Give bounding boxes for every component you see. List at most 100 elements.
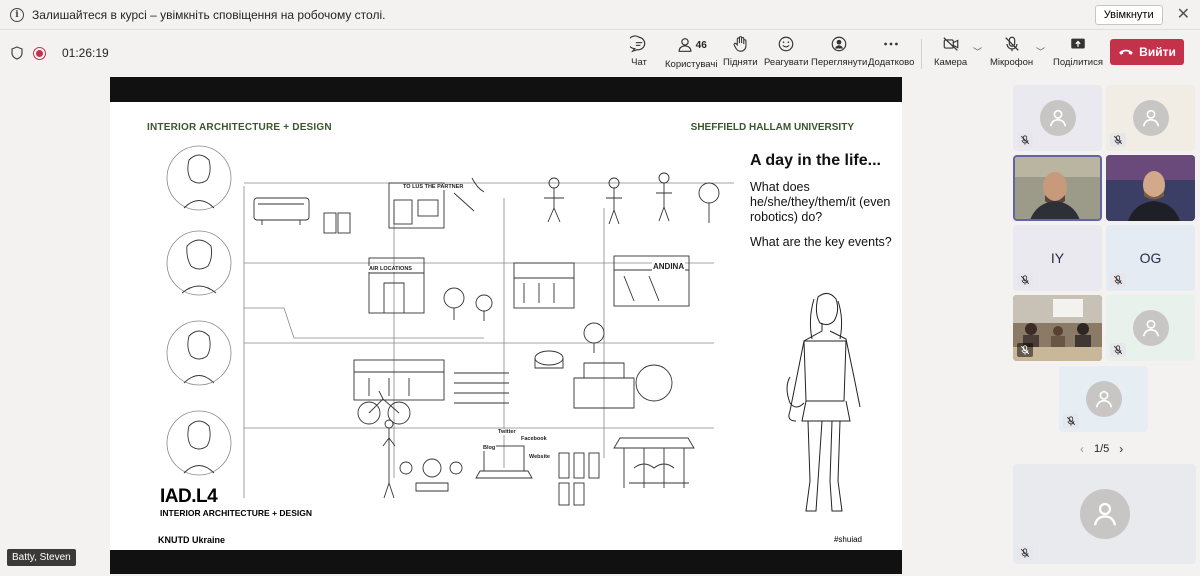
slide-question-1: What does he/she/they/them/it (even robo… bbox=[750, 180, 891, 224]
view-icon bbox=[831, 36, 847, 52]
more-button[interactable]: Додатково bbox=[868, 35, 914, 68]
raise-hand-button[interactable]: Підняти bbox=[723, 35, 758, 68]
leave-label: Вийти bbox=[1139, 45, 1176, 59]
sketch-label-website: Website bbox=[528, 454, 551, 460]
people-button[interactable]: 46 Користувачі bbox=[665, 35, 717, 70]
recording-icon bbox=[33, 46, 46, 60]
person-icon bbox=[1095, 390, 1112, 408]
pager-next-button[interactable]: › bbox=[1119, 442, 1123, 456]
slide-footer-right: #shuiad bbox=[833, 535, 862, 544]
presenter-name-badge: Batty, Steven bbox=[7, 549, 76, 566]
people-icon bbox=[678, 38, 692, 52]
phone-hangup-icon bbox=[1119, 49, 1133, 55]
chat-label: Чат bbox=[631, 57, 647, 68]
sketch-label-locations: AIR LOCATIONS bbox=[368, 266, 413, 272]
participant-pager: ‹ 1/5 › bbox=[1080, 442, 1123, 456]
notification-text: Залишайтеся в курсі – увімкніть сповіщен… bbox=[32, 7, 386, 22]
camera-label: Камера bbox=[934, 57, 968, 68]
camera-options-chevron-icon[interactable]: ﹀ bbox=[973, 45, 982, 58]
mic-button[interactable]: Мікрофон bbox=[990, 35, 1033, 68]
person-icon bbox=[1049, 109, 1066, 127]
presentation-slide: INTERIOR ARCHITECTURE + DESIGN SHEFFIELD… bbox=[110, 102, 902, 550]
enable-notifications-button[interactable]: Увімкнути bbox=[1094, 4, 1163, 25]
people-count: 46 bbox=[695, 39, 707, 51]
participant-initials: OG bbox=[1139, 250, 1162, 266]
mic-muted-icon bbox=[1110, 343, 1126, 357]
raise-hand-icon bbox=[733, 36, 747, 52]
camera-off-icon bbox=[942, 37, 958, 51]
react-label: Реагувати bbox=[764, 57, 809, 68]
participant-tile[interactable]: IY bbox=[1013, 225, 1102, 291]
participant-initials: IY bbox=[1050, 250, 1065, 266]
participant-video-tile[interactable] bbox=[1013, 155, 1102, 221]
video-feed-man bbox=[1015, 157, 1100, 219]
participant-tile[interactable] bbox=[1059, 366, 1148, 432]
shield-icon bbox=[11, 46, 23, 60]
avatar bbox=[1039, 100, 1076, 136]
mic-muted-icon bbox=[1017, 343, 1033, 357]
avatar bbox=[1079, 489, 1130, 539]
view-label: Переглянути bbox=[811, 57, 868, 68]
sketch-label-andina: ANDINA bbox=[652, 262, 686, 271]
shared-content-stage: INTERIOR ARCHITECTURE + DESIGN SHEFFIELD… bbox=[110, 77, 902, 574]
sketch-label-facebook: Facebook bbox=[520, 436, 548, 442]
mic-muted-icon bbox=[1063, 414, 1079, 428]
participant-tile[interactable] bbox=[1106, 295, 1195, 361]
avatar bbox=[1085, 381, 1122, 417]
mic-label: Мікрофон bbox=[990, 57, 1034, 68]
smiley-icon bbox=[778, 36, 794, 52]
share-button[interactable]: Поділитися bbox=[1053, 35, 1103, 68]
meeting-toolbar: 01:26:19 Чат 46 Користувачі Підняти Реаг… bbox=[0, 31, 1200, 75]
info-icon: i bbox=[10, 7, 24, 22]
avatar bbox=[1132, 100, 1169, 136]
sketch-label-blog: Blog bbox=[482, 445, 497, 451]
participant-tile[interactable]: OG bbox=[1106, 225, 1195, 291]
leave-button[interactable]: Вийти bbox=[1110, 39, 1184, 65]
pager-indicator: 1/5 bbox=[1094, 443, 1110, 455]
participant-tile[interactable] bbox=[1106, 85, 1195, 151]
meeting-timer: 01:26:19 bbox=[62, 46, 109, 60]
mic-muted-icon bbox=[1017, 546, 1033, 560]
react-button[interactable]: Реагувати bbox=[764, 35, 808, 68]
slide-title: A day in the life... bbox=[750, 152, 881, 169]
share-label: Поділитися bbox=[1053, 57, 1103, 68]
chat-icon bbox=[630, 35, 646, 53]
chat-button[interactable]: Чат bbox=[630, 35, 648, 68]
person-icon bbox=[1093, 502, 1116, 526]
people-label: Користувачі bbox=[665, 59, 718, 70]
toolbar-divider bbox=[921, 39, 922, 69]
video-feed-man-2 bbox=[1106, 155, 1195, 221]
mic-muted-icon bbox=[1110, 273, 1126, 287]
more-label: Додатково bbox=[868, 57, 915, 68]
camera-button[interactable]: Камера bbox=[934, 35, 967, 68]
mic-off-icon bbox=[1004, 36, 1019, 52]
pager-prev-button[interactable]: ‹ bbox=[1080, 442, 1084, 456]
share-screen-icon bbox=[1071, 38, 1085, 49]
iad-logo: IAD.L4 bbox=[160, 486, 218, 507]
more-dots-icon bbox=[884, 42, 898, 46]
sketch-label-partner: TO LUS THE PARTNER bbox=[402, 184, 465, 190]
self-view-tile[interactable] bbox=[1013, 464, 1196, 564]
mic-muted-icon bbox=[1017, 273, 1033, 287]
mic-muted-icon bbox=[1017, 133, 1033, 147]
participant-tile[interactable] bbox=[1013, 85, 1102, 151]
sketch-label-twitter: Twitter bbox=[497, 429, 517, 435]
person-icon bbox=[1142, 109, 1159, 127]
notification-bar: i Залишайтеся в курсі – увімкніть сповіщ… bbox=[0, 0, 1200, 30]
woman-figure-illustration bbox=[786, 293, 861, 512]
close-icon[interactable]: ✕ bbox=[1177, 6, 1190, 23]
sketch-illustration bbox=[166, 145, 734, 506]
participant-video-tile[interactable] bbox=[1106, 155, 1195, 221]
iad-logo-subtitle: INTERIOR ARCHITECTURE + DESIGN bbox=[160, 508, 312, 518]
person-icon bbox=[1142, 319, 1159, 337]
avatar bbox=[1132, 310, 1169, 346]
slide-header-left: INTERIOR ARCHITECTURE + DESIGN bbox=[147, 122, 332, 133]
mic-options-chevron-icon[interactable]: ﹀ bbox=[1036, 45, 1045, 58]
raise-hand-label: Підняти bbox=[723, 57, 758, 68]
slide-header-right: SHEFFIELD HALLAM UNIVERSITY bbox=[690, 122, 854, 133]
slide-footer-left: KNUTD Ukraine bbox=[158, 535, 226, 545]
participant-video-tile[interactable] bbox=[1013, 295, 1102, 361]
view-button[interactable]: Переглянути bbox=[811, 35, 867, 68]
slide-question-2: What are the key events? bbox=[750, 235, 892, 249]
mic-muted-icon bbox=[1110, 133, 1126, 147]
